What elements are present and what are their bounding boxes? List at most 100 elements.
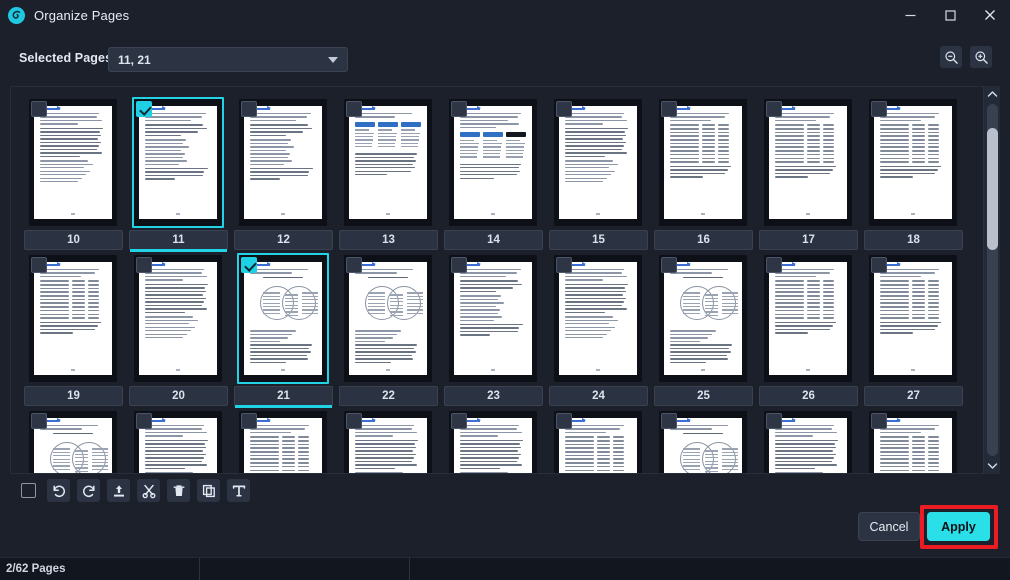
page-thumbnail-36[interactable]: 36 (861, 406, 966, 473)
page-thumbnail-25[interactable]: 25 (651, 250, 756, 406)
page-preview[interactable] (239, 99, 327, 226)
page-number-label[interactable]: 13 (339, 230, 438, 250)
page-select-checkbox[interactable] (136, 257, 152, 273)
page-select-checkbox[interactable] (766, 101, 782, 117)
select-all-checkbox-icon[interactable] (17, 479, 40, 502)
apply-button[interactable]: Apply (927, 512, 990, 541)
page-thumbnail-32[interactable]: 32 (441, 406, 546, 473)
page-thumbnail-19[interactable]: 19 (21, 250, 126, 406)
selected-pages-dropdown[interactable]: 11, 21 (108, 47, 348, 72)
page-select-checkbox[interactable] (871, 413, 887, 429)
page-select-checkbox[interactable] (241, 101, 257, 117)
page-select-checkbox[interactable] (766, 413, 782, 429)
text-tool-icon[interactable] (227, 479, 250, 502)
page-thumbnail-22[interactable]: 22 (336, 250, 441, 406)
page-number-label[interactable]: 16 (654, 230, 753, 250)
rotate-right-icon[interactable] (77, 479, 100, 502)
page-preview[interactable] (29, 255, 117, 382)
page-thumbnail-14[interactable]: 14 (441, 94, 546, 250)
page-select-checkbox[interactable] (661, 101, 677, 117)
minimize-icon[interactable] (890, 0, 930, 30)
page-preview[interactable] (764, 99, 852, 226)
page-thumbnail-21[interactable]: 21 (231, 250, 336, 408)
page-number-label[interactable]: 17 (759, 230, 858, 250)
page-preview[interactable] (134, 255, 222, 382)
page-preview[interactable] (764, 255, 852, 382)
page-select-checkbox[interactable] (136, 413, 152, 429)
page-select-checkbox[interactable] (31, 413, 47, 429)
page-thumbnail-28[interactable]: 28 (21, 406, 126, 473)
page-thumbnail-27[interactable]: 27 (861, 250, 966, 406)
page-select-checkbox[interactable] (871, 101, 887, 117)
scrollbar-thumb[interactable] (987, 128, 998, 250)
page-preview[interactable] (449, 255, 537, 382)
zoom-in-icon[interactable] (970, 46, 992, 68)
close-icon[interactable] (970, 0, 1010, 30)
page-preview[interactable] (554, 99, 642, 226)
page-number-label[interactable]: 26 (759, 386, 858, 406)
page-thumbnail-26[interactable]: 26 (756, 250, 861, 406)
duplicate-icon[interactable] (197, 479, 220, 502)
page-thumbnail-24[interactable]: 24 (546, 250, 651, 406)
zoom-out-icon[interactable] (940, 46, 962, 68)
page-thumbnail-12[interactable]: 12 (231, 94, 336, 250)
page-select-checkbox[interactable] (346, 257, 362, 273)
page-thumbnail-20[interactable]: 20 (126, 250, 231, 406)
page-preview[interactable] (344, 99, 432, 226)
page-number-label[interactable]: 23 (444, 386, 543, 406)
maximize-icon[interactable] (930, 0, 970, 30)
page-preview[interactable] (659, 255, 747, 382)
page-preview[interactable] (869, 99, 957, 226)
page-thumbnail-30[interactable]: 30 (231, 406, 336, 473)
page-number-label[interactable]: 27 (864, 386, 963, 406)
page-select-checkbox[interactable] (31, 101, 47, 117)
page-select-checkbox[interactable] (31, 257, 47, 273)
page-number-label[interactable]: 11 (129, 230, 228, 252)
page-thumbnail-10[interactable]: 10 (21, 94, 126, 250)
page-number-label[interactable]: 14 (444, 230, 543, 250)
page-select-checkbox[interactable] (241, 257, 257, 273)
page-number-label[interactable]: 19 (24, 386, 123, 406)
page-select-checkbox[interactable] (556, 101, 572, 117)
page-thumbnail-16[interactable]: 16 (651, 94, 756, 250)
grid-scrollbar[interactable] (983, 86, 1000, 474)
page-thumbnail-13[interactable]: 13 (336, 94, 441, 250)
extract-upload-icon[interactable] (107, 479, 130, 502)
page-select-checkbox[interactable] (241, 413, 257, 429)
page-thumbnail-15[interactable]: 15 (546, 94, 651, 250)
page-select-checkbox[interactable] (871, 257, 887, 273)
rotate-left-icon[interactable] (47, 479, 70, 502)
page-number-label[interactable]: 21 (234, 386, 333, 408)
page-select-checkbox[interactable] (451, 101, 467, 117)
page-thumbnail-33[interactable]: 33 (546, 406, 651, 473)
page-thumbnail-31[interactable]: 31 (336, 406, 441, 473)
page-select-checkbox[interactable] (346, 101, 362, 117)
page-number-label[interactable]: 15 (549, 230, 648, 250)
page-select-checkbox[interactable] (346, 413, 362, 429)
page-preview[interactable] (869, 255, 957, 382)
page-preview[interactable] (344, 255, 432, 382)
page-number-label[interactable]: 22 (339, 386, 438, 406)
chevron-up-icon[interactable] (984, 86, 1001, 103)
page-number-label[interactable]: 24 (549, 386, 648, 406)
page-select-checkbox[interactable] (556, 413, 572, 429)
page-preview[interactable] (29, 99, 117, 226)
page-thumbnail-23[interactable]: 23 (441, 250, 546, 406)
page-select-checkbox[interactable] (451, 257, 467, 273)
page-select-checkbox[interactable] (661, 257, 677, 273)
cancel-button[interactable]: Cancel (858, 512, 920, 541)
page-number-label[interactable]: 20 (129, 386, 228, 406)
page-select-checkbox[interactable] (556, 257, 572, 273)
page-select-checkbox[interactable] (661, 413, 677, 429)
scrollbar-track[interactable] (987, 104, 998, 456)
page-preview[interactable] (554, 255, 642, 382)
chevron-down-icon[interactable] (984, 457, 1001, 474)
page-thumbnail-11[interactable]: 11 (126, 94, 231, 252)
scissors-icon[interactable] (137, 479, 160, 502)
page-preview[interactable] (659, 99, 747, 226)
page-select-checkbox[interactable] (451, 413, 467, 429)
page-thumbnail-35[interactable]: 35 (756, 406, 861, 473)
page-number-label[interactable]: 18 (864, 230, 963, 250)
page-select-checkbox[interactable] (136, 101, 152, 117)
trash-icon[interactable] (167, 479, 190, 502)
